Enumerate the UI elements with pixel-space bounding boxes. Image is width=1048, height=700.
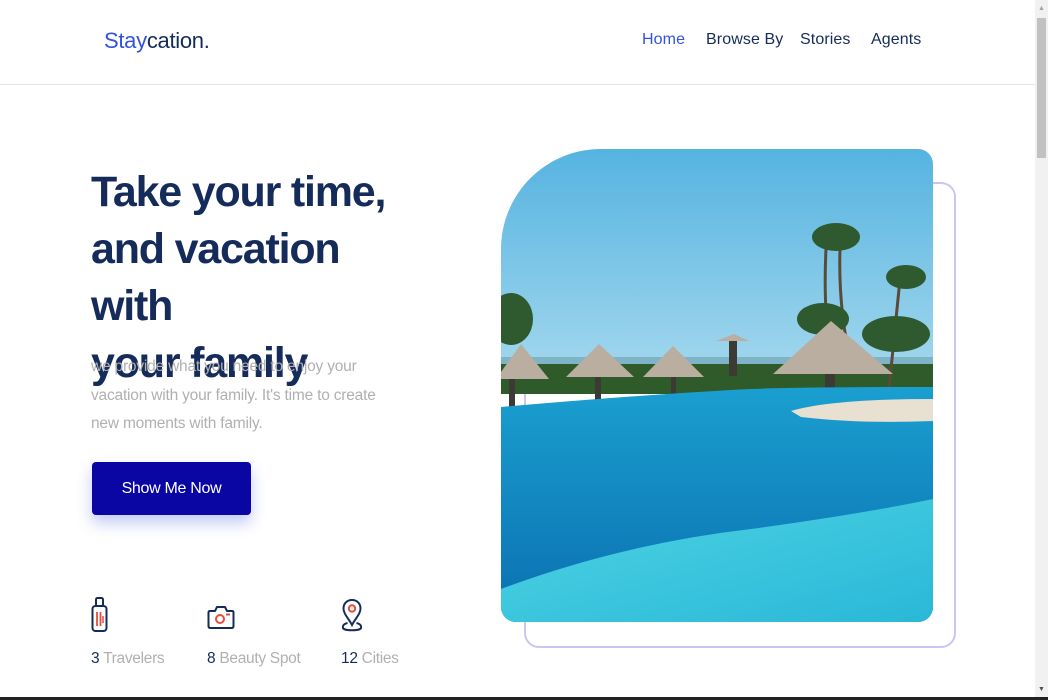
- map-pin-icon: [341, 598, 363, 639]
- hero-title-line-1: Take your time,: [91, 168, 386, 216]
- stat-beauty-spot-label: Beauty Spot: [219, 650, 301, 667]
- pool-illustration: [501, 149, 933, 622]
- logo-part-1: Stay: [104, 28, 147, 53]
- logo[interactable]: Staycation.: [104, 28, 210, 54]
- show-me-now-button[interactable]: Show Me Now: [92, 462, 251, 515]
- site-header: Staycation. Home Browse By Stories Agent…: [0, 0, 1035, 85]
- vertical-scrollbar[interactable]: ▲ ▼: [1035, 0, 1048, 697]
- stat-cities-text: 12 Cities: [341, 650, 399, 668]
- stat-beauty-spot-number: 8: [207, 650, 216, 667]
- hero-image: [501, 149, 933, 622]
- camera-icon: [207, 604, 235, 635]
- stat-cities-label: Cities: [361, 650, 399, 667]
- luggage-icon: [91, 596, 109, 639]
- nav-home[interactable]: Home: [642, 31, 685, 49]
- stat-travelers-number: 3: [91, 650, 100, 667]
- stat-cities-number: 12: [341, 650, 358, 667]
- hero-description: we provide what you need to enjoy your v…: [91, 358, 376, 432]
- stat-beauty-spot-text: 8 Beauty Spot: [207, 650, 301, 668]
- logo-part-2: cation.: [146, 28, 210, 53]
- stat-travelers-text: 3 Travelers: [91, 650, 165, 668]
- nav-browse-by[interactable]: Browse By: [706, 31, 783, 49]
- page: Staycation. Home Browse By Stories Agent…: [0, 0, 1035, 697]
- scrollbar-thumb[interactable]: [1037, 18, 1046, 158]
- scroll-down-arrow-icon[interactable]: ▼: [1035, 681, 1048, 697]
- hero-title-line-2: and vacation with: [91, 225, 341, 330]
- nav-stories[interactable]: Stories: [800, 31, 851, 49]
- nav-agents[interactable]: Agents: [871, 31, 921, 49]
- stat-travelers-label: Travelers: [103, 650, 165, 667]
- scroll-up-arrow-icon[interactable]: ▲: [1035, 0, 1048, 16]
